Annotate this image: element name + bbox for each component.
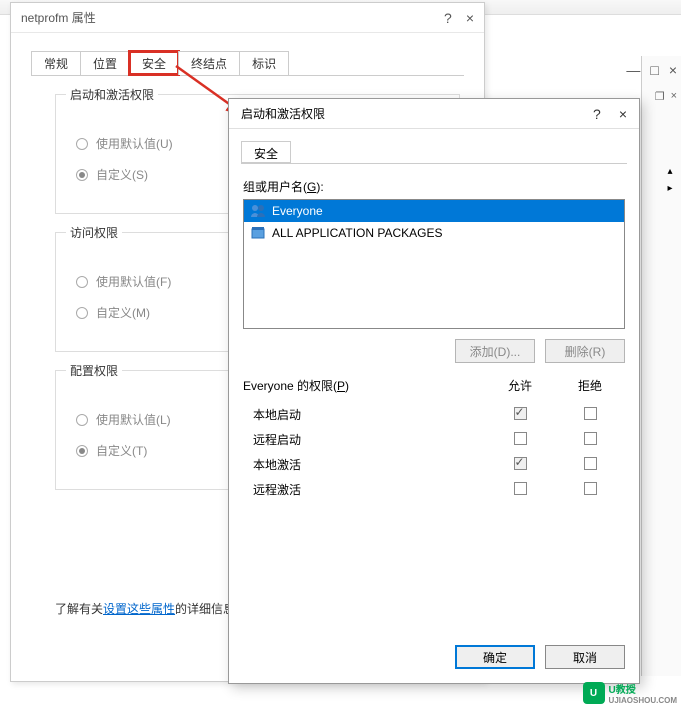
footer-link[interactable]: 设置这些属性 [103,602,175,616]
bg-small-max-icon[interactable]: ❐ [655,90,665,103]
group-title: 启动和激活权限 [66,86,158,103]
checkbox-allow[interactable] [514,482,527,495]
col-allow: 允许 [485,377,555,394]
watermark-shield-icon: U [583,682,605,704]
dialog1-title: netprofm 属性 [21,9,444,26]
bg-min-icon[interactable]: — [626,62,640,78]
list-item-label: ALL APPLICATION PACKAGES [272,226,443,240]
checkbox-deny[interactable] [584,482,597,495]
add-button[interactable]: 添加(D)... [455,339,535,363]
help-icon[interactable]: ? [593,106,601,122]
checkbox-allow[interactable] [514,407,527,420]
ok-button[interactable]: 确定 [455,645,535,669]
group-or-users-label: 组或用户名(G): [243,178,625,195]
list-item-all-app-packages[interactable]: ALL APPLICATION PACKAGES [244,222,624,244]
permissions-for-label: Everyone 的权限(P) [243,377,485,394]
bg-max-icon[interactable]: □ [650,62,658,78]
users-icon [250,203,266,219]
watermark: U U教授 UJIAOSHOU.COM [583,681,677,705]
list-item-label: Everyone [272,204,323,218]
dialog2-title: 启动和激活权限 [241,105,593,122]
help-icon[interactable]: ? [444,10,452,26]
group-title: 访问权限 [66,224,122,241]
col-deny: 拒绝 [555,377,625,394]
perm-name: 远程激活 [253,481,485,498]
permissions-table: Everyone 的权限(P) 允许 拒绝 本地启动 远程启动 本地激活 远程激… [243,377,625,502]
perm-row-local-activate: 本地激活 [243,452,625,477]
close-icon[interactable]: × [619,106,627,122]
list-item-everyone[interactable]: Everyone [244,200,624,222]
side-panel: ▴ ▸ [641,56,681,676]
checkbox-allow[interactable] [514,432,527,445]
tab-security-inner[interactable]: 安全 [241,141,291,163]
launch-activation-permissions-dialog: 启动和激活权限 ? × 安全 组或用户名(G): Everyone ALL AP… [228,98,640,684]
perm-name: 本地激活 [253,456,485,473]
perm-name: 本地启动 [253,406,485,423]
perm-name: 远程启动 [253,431,485,448]
bg-close-icon[interactable]: × [669,62,677,78]
scroll-up-icon[interactable]: ▴ [663,166,677,177]
perm-row-local-launch: 本地启动 [243,402,625,427]
cancel-button[interactable]: 取消 [545,645,625,669]
perm-row-remote-launch: 远程启动 [243,427,625,452]
package-icon [250,225,266,241]
checkbox-deny[interactable] [584,432,597,445]
checkbox-allow[interactable] [514,457,527,470]
users-listbox[interactable]: Everyone ALL APPLICATION PACKAGES [243,199,625,329]
checkbox-deny[interactable] [584,407,597,420]
checkbox-deny[interactable] [584,457,597,470]
remove-button[interactable]: 删除(R) [545,339,625,363]
tab-general[interactable]: 常规 [31,51,81,75]
tab-location[interactable]: 位置 [80,51,130,75]
group-title: 配置权限 [66,362,122,379]
scroll-right-icon[interactable]: ▸ [663,183,677,194]
close-icon[interactable]: × [466,10,474,26]
perm-row-remote-activate: 远程激活 [243,477,625,502]
footer-help-text: 了解有关设置这些属性的详细信息。 [55,600,247,617]
bg-small-close-icon[interactable]: × [671,90,677,103]
